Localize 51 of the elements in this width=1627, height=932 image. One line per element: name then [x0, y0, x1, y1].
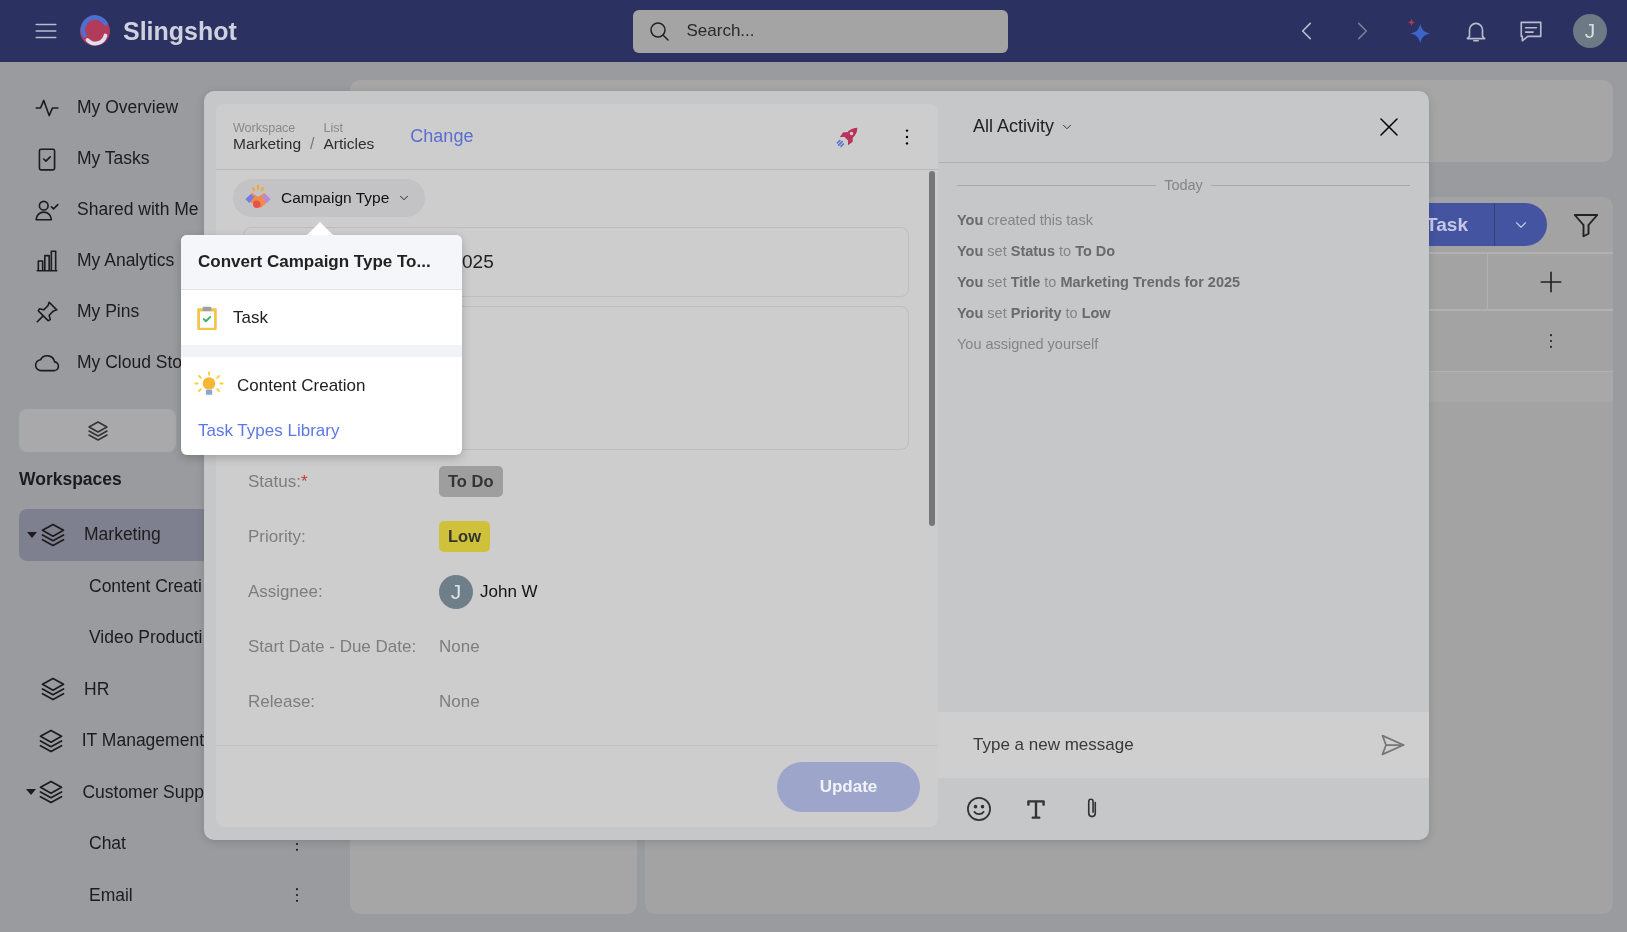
nav-item[interactable]: My Pins	[0, 286, 144, 337]
search-field[interactable]: Search...	[632, 9, 1008, 53]
activity-entry: You assigned yourself	[957, 335, 1100, 354]
workspace-item[interactable]: Marketing	[19, 509, 204, 561]
layers-icon	[85, 418, 110, 443]
nav-item[interactable]: My Tasks	[0, 133, 154, 184]
field-label: Start Date - Due Date:	[248, 635, 418, 658]
avatar[interactable]: J	[1573, 14, 1607, 48]
breadcrumb-label: List	[323, 120, 344, 135]
workspace-child-item[interactable]: Video Producti	[89, 627, 203, 649]
field-label: Status:*	[248, 470, 309, 493]
emoji-icon[interactable]	[965, 795, 993, 823]
menu-title: Convert Campaign Type To...	[181, 235, 462, 290]
activity-entry: You set Status to To Do	[957, 242, 1117, 261]
workspace-child-item[interactable]: Email	[89, 884, 133, 906]
breadcrumb-separator: /	[310, 134, 315, 153]
message-field[interactable]: Type a new message	[938, 712, 1429, 778]
breadcrumb-link[interactable]: Marketing	[233, 134, 302, 153]
message-input[interactable]: Type a new message	[971, 724, 1379, 766]
library-link[interactable]: Task Types Library	[181, 414, 462, 455]
nav-item[interactable]: My Overview	[0, 82, 183, 133]
activity-entry: You set Priority to Low	[957, 304, 1112, 323]
activity-entry: You set Title to Marketing Trends for 2025	[957, 273, 1242, 292]
breadcrumb-link[interactable]: Articles	[323, 134, 375, 153]
caret-down-icon[interactable]	[27, 531, 37, 538]
logo-icon	[77, 13, 113, 49]
workspace-child-item[interactable]: Chat	[89, 833, 126, 855]
breadcrumb-label: Workspace	[233, 120, 297, 135]
task-type-dropdown[interactable]: Campaign Type	[233, 179, 426, 217]
caret-down-icon[interactable]	[26, 789, 37, 796]
scrollbar-thumb[interactable]	[929, 171, 935, 526]
avatar: J	[439, 574, 473, 609]
activity-entry: You created this task	[957, 211, 1094, 230]
status-badge[interactable]: To Do	[439, 466, 503, 497]
workspace-item[interactable]: HR	[19, 663, 204, 715]
field-label: Assignee:	[248, 580, 324, 603]
assignee-name[interactable]: John W	[480, 581, 538, 602]
priority-badge[interactable]: Low	[439, 521, 490, 552]
search-input[interactable]: Search...	[684, 20, 994, 42]
bar-chart-icon	[34, 247, 60, 274]
field-label: Release:	[248, 690, 317, 713]
date-divider-label: Today	[1164, 177, 1203, 193]
workspace-item[interactable]: Customer Supp	[19, 766, 204, 818]
field-label: Priority:	[248, 525, 307, 548]
brand-name: Slingshot	[123, 16, 237, 46]
nav-item[interactable]: Shared with Me	[0, 184, 203, 235]
activity-filter-dropdown[interactable]: All Activity	[973, 116, 1075, 137]
nav-item[interactable]: My Analytics	[0, 235, 179, 286]
workspace-item[interactable]: IT Management	[19, 715, 204, 767]
section-heading: Workspaces	[19, 468, 122, 491]
workspace-child-item[interactable]: Content Creati	[89, 575, 202, 597]
